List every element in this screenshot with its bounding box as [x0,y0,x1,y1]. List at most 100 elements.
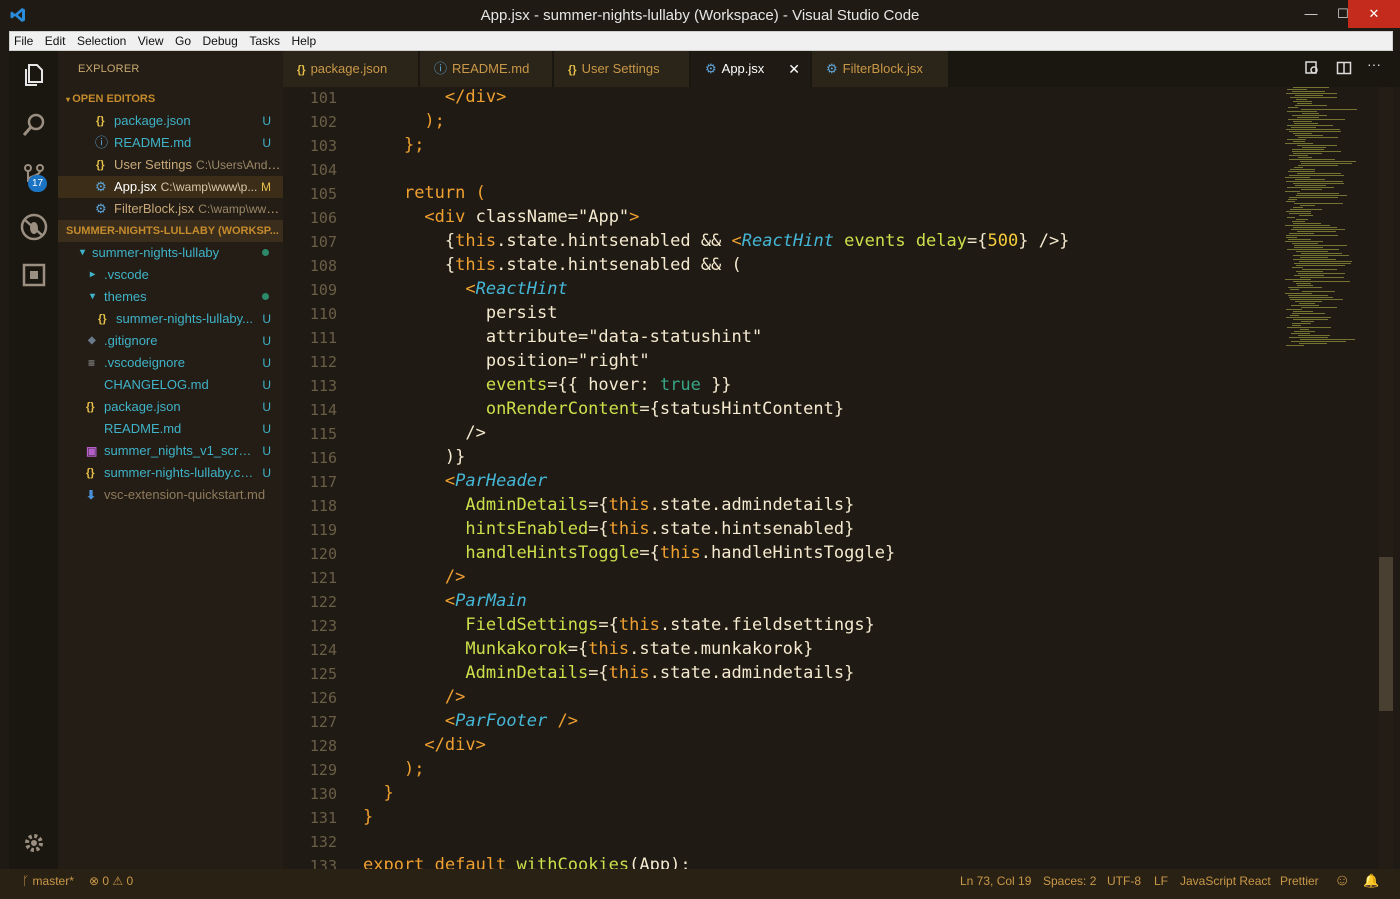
problems-indicator[interactable]: ⊗ 0 ⚠ 0 [89,869,133,893]
menu-edit[interactable]: Edit [42,32,69,50]
line-number: 116 [309,449,337,467]
tab-user-settings[interactable]: {} User Settings [554,51,690,87]
warning-icon: ⚠ [112,874,127,888]
tree-file[interactable]: {} package.json U [58,396,283,418]
minimap-line [1297,193,1339,194]
minimap-line [1293,121,1312,122]
menu-selection[interactable]: Selection [74,32,129,50]
minimap-line [1300,339,1355,340]
line-number: 119 [309,521,337,539]
close-window-button[interactable]: ✕ [1348,0,1400,28]
menu-go[interactable]: Go [172,32,194,50]
react-file-icon: ⚙ [95,201,107,216]
tree-file[interactable]: README.md U [58,418,283,440]
settings-gear-icon[interactable] [9,819,58,867]
menu-tasks[interactable]: Tasks [246,32,283,50]
cursor-position[interactable]: Ln 73, Col 19 [960,869,1031,893]
line-number: 106 [309,209,337,227]
minimap-line [1292,151,1341,152]
code-line: handleHintsToggle={this.handleHintsToggl… [465,543,896,563]
minimap-line [1291,341,1346,342]
minimap-line [1294,123,1318,124]
tree-file[interactable]: CHANGELOG.md U [58,374,283,396]
explorer-title: EXPLORER [78,63,140,75]
search-icon[interactable] [9,101,58,149]
tab-app-jsx[interactable]: ⚙ App.jsx ✕ [691,51,811,87]
git-branch[interactable]: ᚴ master* [22,869,74,893]
open-changes-icon[interactable] [1302,60,1322,78]
tree-folder-root[interactable]: ▾ summer-nights-lullaby [58,242,283,264]
formatter[interactable]: Prettier [1280,869,1319,893]
tree-file[interactable]: ▣ summer_nights_v1_scree... U [58,440,283,462]
line-ending[interactable]: LF [1154,869,1168,893]
tree-file[interactable]: ≡ .vscodeignore U [58,352,283,374]
minimap-line [1292,323,1311,324]
tab-filterblock[interactable]: ⚙ FilterBlock.jsx [812,51,949,87]
minimap-line [1293,223,1321,224]
encoding[interactable]: UTF-8 [1107,869,1141,893]
json-file-icon: {} [96,159,105,171]
minimap-line [1287,327,1331,328]
menu-file[interactable]: File [11,32,36,50]
minimap-line [1290,299,1343,300]
minimap-line [1290,169,1315,170]
scrollbar-thumb[interactable] [1379,557,1393,711]
tree-folder[interactable]: ▸ .vscode [58,264,283,286]
vertical-scrollbar[interactable] [1379,87,1393,869]
tree-folder[interactable]: ▾ themes [58,286,283,308]
open-editor-item[interactable]: {} package.json U [58,110,283,132]
code-line: AdminDetails={this.state.admindetails} [465,495,855,515]
code-line: position="right" [485,351,650,371]
extensions-icon[interactable] [9,251,58,299]
minimap-line [1294,263,1351,264]
line-number: 121 [309,569,337,587]
minimap-line [1286,237,1297,238]
debug-icon[interactable] [9,203,58,251]
split-editor-icon[interactable] [1334,60,1354,78]
feedback-smiley-icon[interactable]: ☺ [1334,869,1350,893]
menu-debug[interactable]: Debug [199,32,240,50]
code-line: events={{ hover: true }} [485,375,732,395]
tree-file[interactable]: {} summer-nights-lullaby.co... U [58,462,283,484]
line-number: 107 [309,233,337,251]
minimap-line [1293,319,1328,320]
close-tab-icon[interactable]: ✕ [788,51,800,87]
code-line: }; [403,135,425,155]
minimap-line [1292,221,1305,222]
code-line: {this.state.hintsenabled && <ReactHint e… [444,231,1070,251]
minimap-line [1297,103,1312,104]
minimap-line [1295,301,1322,302]
open-editor-item[interactable]: ⚙ FilterBlock.jsx C:\wamp\www... [58,198,283,220]
open-editor-item[interactable]: ⓘ README.md U [58,132,283,154]
tab-readme[interactable]: ⓘ README.md [420,51,553,87]
tree-file[interactable]: {} summer-nights-lullaby... U [58,308,283,330]
menu-view[interactable]: View [135,32,167,50]
minimap-line [1287,89,1307,90]
minimap[interactable] [1285,87,1375,357]
menu-help[interactable]: Help [288,32,319,50]
code-editor[interactable]: 101 102 103 104 105 106 107 108 109 110 111 112 113 1… [283,87,1400,869]
explorer-icon[interactable] [9,51,58,99]
open-editors-header[interactable]: ▾ OPEN EDITORS [58,88,283,110]
minimap-line [1294,167,1303,168]
language-mode[interactable]: JavaScript React [1180,869,1271,893]
minimap-line [1296,271,1323,272]
tree-file[interactable]: ◆ .gitignore U [58,330,283,352]
indentation[interactable]: Spaces: 2 [1043,869,1096,893]
workspace-header[interactable]: SUMMER-NIGHTS-LULLABY (WORKSP... [58,220,283,242]
json-file-icon: {} [86,401,95,413]
more-actions-icon[interactable]: ··· [1364,56,1384,74]
minimap-line [1289,297,1333,298]
notification-bell-icon[interactable]: 🔔 [1363,869,1379,893]
tab-package-json[interactable]: {} package.json [283,51,419,87]
line-number: 111 [309,329,337,347]
minimap-line [1293,101,1312,102]
minimap-line [1302,269,1337,270]
open-editor-item[interactable]: {} User Settings C:\Users\Andrá... [58,154,283,176]
open-editor-item-active[interactable]: ⚙ App.jsx C:\wamp\www\p... M [58,176,283,198]
minimap-line [1293,227,1337,228]
minimap-line [1294,331,1315,332]
code-line: </div> [444,87,507,107]
tree-file[interactable]: ⬇ vsc-extension-quickstart.md [58,484,283,506]
minimap-line [1289,213,1311,214]
